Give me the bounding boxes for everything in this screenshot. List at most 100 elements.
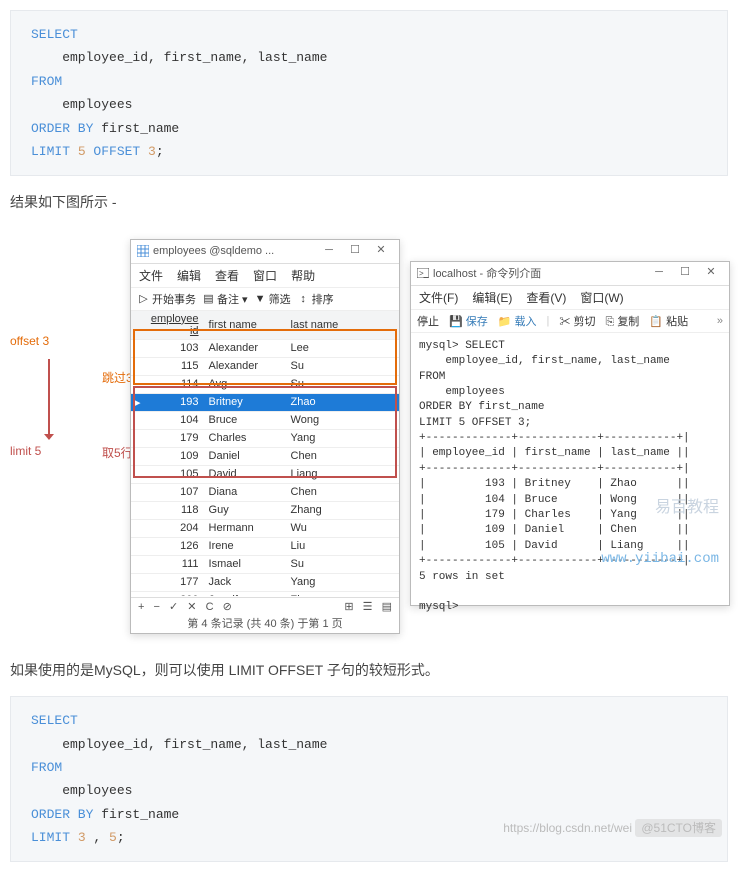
menu-edit[interactable]: 编辑: [177, 267, 201, 284]
col-employee-id[interactable]: employee id: [145, 311, 205, 340]
cell-last-name: Su: [287, 555, 399, 573]
window-title: employees @sqldemo ...: [153, 245, 317, 257]
cancel-button[interactable]: ✕: [184, 601, 199, 613]
table-row[interactable]: 109DanielChen: [131, 447, 399, 465]
result-diagram: offset 3 跳过3行 limit 5 取5行 employees @sql…: [40, 229, 738, 639]
cell-last-name: Yang: [287, 573, 399, 591]
stop-button[interactable]: ⊘: [220, 601, 235, 613]
table-row[interactable]: 104BruceWong: [131, 411, 399, 429]
minimize-button[interactable]: ─: [647, 264, 671, 282]
toolbar: 停止 💾 保存 📁 载入 | ✂ 剪切 ⎘ 复制 📋 粘贴 »: [411, 310, 729, 333]
menu-edit[interactable]: 编辑(E): [472, 289, 512, 306]
begin-tx-button[interactable]: ▷开始事务: [137, 291, 196, 307]
filter-button[interactable]: ▼筛选: [254, 291, 291, 307]
menu-help[interactable]: 帮助: [291, 267, 315, 284]
close-button[interactable]: ✕: [369, 242, 393, 260]
from-table: employees: [31, 783, 132, 798]
view-grid-button[interactable]: ⊞: [341, 601, 356, 613]
csdn-url: https://blog.csdn.net/wei: [503, 821, 632, 835]
sort-button[interactable]: ↕排序: [297, 291, 334, 307]
table-row[interactable]: 200JenniferZhao: [131, 591, 399, 596]
refresh-button[interactable]: C: [203, 601, 217, 613]
maximize-button[interactable]: ☐: [673, 264, 697, 282]
cell-first-name: Daniel: [205, 447, 287, 465]
table-row[interactable]: 177JackYang: [131, 573, 399, 591]
cell-id: 118: [145, 501, 205, 519]
close-button[interactable]: ✕: [699, 264, 723, 282]
filter-icon: ▼: [254, 292, 267, 305]
save-button[interactable]: 💾 保存: [449, 313, 488, 329]
table-row[interactable]: 111IsmaelSu: [131, 555, 399, 573]
table-row[interactable]: 114AvgSu: [131, 375, 399, 393]
cell-first-name: Irene: [205, 537, 287, 555]
cell-last-name: Liang: [287, 465, 399, 483]
menubar: 文件 编辑 查看 窗口 帮助: [131, 264, 399, 288]
select-cols: employee_id, first_name, last_name: [31, 50, 327, 65]
offset-n: 3: [148, 144, 156, 159]
cell-last-name: Wu: [287, 519, 399, 537]
menubar: 文件(F) 编辑(E) 查看(V) 窗口(W): [411, 286, 729, 310]
table-row[interactable]: 126IreneLiu: [131, 537, 399, 555]
console-window: >_ localhost - 命令列介面 ─ ☐ ✕ 文件(F) 编辑(E) 查…: [410, 261, 730, 606]
terminal-icon: >_: [417, 268, 429, 278]
maximize-button[interactable]: ☐: [343, 242, 367, 260]
svg-text:>_: >_: [419, 269, 429, 278]
watermark-en: www.yiibai.com: [601, 550, 719, 570]
limit-n: 5: [109, 830, 117, 845]
cell-id: 114: [145, 375, 205, 393]
kw-limit: LIMIT: [31, 830, 78, 845]
cell-id: 115: [145, 357, 205, 375]
load-button[interactable]: 📁 载入: [498, 313, 537, 329]
cell-first-name: Britney: [205, 393, 287, 411]
view-form-button[interactable]: ☰: [360, 601, 376, 613]
menu-window[interactable]: 窗口(W): [580, 289, 623, 306]
cell-id: 200: [145, 591, 205, 596]
add-row-button[interactable]: +: [135, 601, 147, 613]
minimize-button[interactable]: ─: [317, 242, 341, 260]
copy-button[interactable]: ⎘ 复制: [605, 313, 639, 329]
menu-file[interactable]: 文件: [139, 267, 163, 284]
cell-id: 177: [145, 573, 205, 591]
cut-button[interactable]: ✂ 剪切: [559, 313, 595, 329]
toolbar-overflow-icon[interactable]: »: [717, 315, 723, 327]
memo-button[interactable]: ▤备注 ▾: [202, 291, 248, 307]
watermark-cn: 易百教程: [601, 497, 719, 519]
sql-code-block-2: SELECT employee_id, first_name, last_nam…: [10, 696, 728, 862]
play-icon: ▷: [137, 292, 150, 305]
cell-last-name: Liu: [287, 537, 399, 555]
cell-last-name: Zhang: [287, 501, 399, 519]
paste-button[interactable]: 📋 粘贴: [649, 313, 688, 329]
data-table: employee id first name last name 103Alex…: [131, 311, 399, 596]
table-row[interactable]: 179CharlesYang: [131, 429, 399, 447]
table-row[interactable]: 107DianaChen: [131, 483, 399, 501]
kw-offset: OFFSET: [86, 144, 148, 159]
kw-limit: LIMIT: [31, 144, 78, 159]
col-last-name[interactable]: last name: [287, 311, 399, 340]
menu-window[interactable]: 窗口: [253, 267, 277, 284]
col-first-name[interactable]: first name: [205, 311, 287, 340]
toolbar: ▷开始事务 ▤备注 ▾ ▼筛选 ↕排序: [131, 288, 399, 311]
cell-id: 126: [145, 537, 205, 555]
cell-first-name: Jennifer: [205, 591, 287, 596]
stop-button[interactable]: 停止: [417, 313, 439, 329]
table-row[interactable]: 204HermannWu: [131, 519, 399, 537]
take-label: 取5行: [102, 444, 133, 461]
cell-first-name: Ismael: [205, 555, 287, 573]
table-row[interactable]: 105DavidLiang: [131, 465, 399, 483]
remove-row-button[interactable]: −: [151, 601, 163, 613]
table-row[interactable]: 193BritneyZhao: [131, 393, 399, 411]
cto-tag: @51CTO博客: [635, 819, 722, 837]
watermark: 易百教程 www.yiibai.com: [601, 466, 719, 600]
table-row[interactable]: 103AlexanderLee: [131, 339, 399, 357]
table-row[interactable]: 118GuyZhang: [131, 501, 399, 519]
menu-view[interactable]: 查看: [215, 267, 239, 284]
kw-from: FROM: [31, 74, 62, 89]
menu-view[interactable]: 查看(V): [526, 289, 566, 306]
cell-id: 193: [145, 393, 205, 411]
table-row[interactable]: 115AlexanderSu: [131, 357, 399, 375]
view-text-button[interactable]: ▤: [379, 601, 395, 613]
menu-file[interactable]: 文件(F): [419, 289, 458, 306]
cell-last-name: Zhao: [287, 591, 399, 596]
commit-button[interactable]: ✓: [166, 601, 181, 613]
cell-last-name: Lee: [287, 339, 399, 357]
